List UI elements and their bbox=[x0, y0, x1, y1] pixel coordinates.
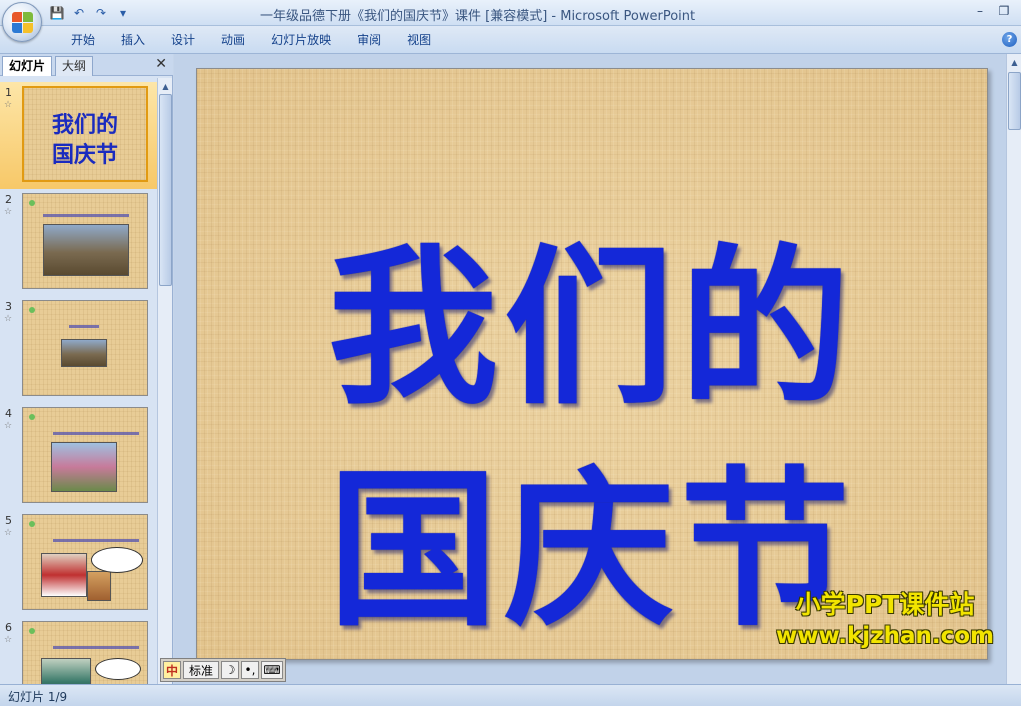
tab-home[interactable]: 开始 bbox=[58, 31, 108, 49]
thumbnail-list: 1 ☆ 我们的 国庆节 2 ☆ 3 ☆ 4 ☆ 5 ☆ 6 ☆ bbox=[0, 78, 157, 684]
office-logo-icon bbox=[12, 12, 34, 34]
watermark-site-name: 小学PPT课件站 bbox=[795, 590, 975, 619]
thumb-badge-icon bbox=[29, 200, 37, 207]
slide-title-line-1: 我们的 bbox=[327, 228, 856, 428]
close-icon[interactable]: ✕ bbox=[155, 56, 167, 72]
pane-tabs: 幻灯片 大纲 ✕ bbox=[0, 54, 173, 76]
slide-thumbnail-1[interactable]: 1 ☆ 我们的 国庆节 bbox=[0, 82, 157, 189]
slide-number: 2 bbox=[5, 193, 12, 206]
slide-number: 3 bbox=[5, 300, 12, 313]
scrollbar-thumb[interactable] bbox=[159, 94, 172, 286]
customize-qat-icon[interactable]: ▾ bbox=[114, 4, 132, 22]
slides-pane: 幻灯片 大纲 ✕ 1 ☆ 我们的 国庆节 2 ☆ 3 ☆ 4 ☆ 5 ☆ 6 ☆… bbox=[0, 54, 173, 684]
tab-view[interactable]: 视图 bbox=[394, 31, 444, 49]
tab-insert[interactable]: 插入 bbox=[108, 31, 158, 49]
slide-number: 1 bbox=[5, 86, 12, 99]
slide-preview: 我们的 国庆节 bbox=[22, 86, 148, 182]
slide-number: 4 bbox=[5, 407, 12, 420]
window-controls: – ❐ bbox=[969, 2, 1015, 20]
thumbnail-scrollbar[interactable]: ▲ bbox=[157, 78, 172, 684]
animation-star-icon: ☆ bbox=[4, 635, 13, 645]
slide-number: 6 bbox=[5, 621, 12, 634]
tab-animations[interactable]: 动画 bbox=[208, 31, 258, 49]
animation-star-icon: ☆ bbox=[4, 314, 13, 324]
ime-toolbar: 中 标准 ☽ •, ⌨ bbox=[160, 658, 286, 682]
thumb-speech-bubble bbox=[95, 658, 141, 680]
tab-slideshow[interactable]: 幻灯片放映 bbox=[258, 31, 344, 49]
slide-thumbnail-5[interactable]: 5 ☆ bbox=[0, 510, 157, 617]
thumb-photo bbox=[51, 442, 117, 492]
undo-icon[interactable]: ↶ bbox=[70, 4, 88, 22]
quick-access-toolbar: 💾 ↶ ↷ ▾ bbox=[48, 3, 132, 23]
watermark: 小学PPT课件站 www.kjzhan.com bbox=[760, 588, 1010, 650]
thumb-photo bbox=[43, 224, 129, 276]
window-title: 一年级品德下册《我们的国庆节》课件 [兼容模式] - Microsoft Pow… bbox=[260, 9, 696, 24]
halfwidth-moon-icon[interactable]: ☽ bbox=[221, 661, 239, 679]
office-button[interactable] bbox=[2, 2, 42, 42]
ribbon: 开始 插入 设计 动画 幻灯片放映 审阅 视图 ? bbox=[0, 26, 1021, 54]
status-bar: 幻灯片 1/9 bbox=[0, 684, 1021, 706]
thumb-text-line bbox=[53, 539, 139, 542]
thumb-photo bbox=[61, 339, 107, 367]
help-icon[interactable]: ? bbox=[1002, 32, 1017, 47]
title-bar: 💾 ↶ ↷ ▾ 一年级品德下册《我们的国庆节》课件 [兼容模式] - Micro… bbox=[0, 0, 1021, 26]
minimize-button[interactable]: – bbox=[969, 2, 991, 20]
thumb-badge-icon bbox=[29, 521, 37, 528]
tab-outline[interactable]: 大纲 bbox=[55, 56, 94, 76]
watermark-url: www.kjzhan.com bbox=[776, 623, 994, 649]
current-slide[interactable]: 我们的 国庆节 bbox=[196, 68, 988, 660]
save-icon[interactable]: 💾 bbox=[48, 4, 66, 22]
slide-thumbnail-2[interactable]: 2 ☆ bbox=[0, 189, 157, 296]
slide-preview bbox=[22, 300, 148, 396]
thumb-photo bbox=[87, 571, 111, 601]
tab-review[interactable]: 审阅 bbox=[344, 31, 394, 49]
thumb-text-line bbox=[53, 646, 139, 649]
ime-logo-icon[interactable]: 中 bbox=[163, 661, 181, 679]
slide-counter: 幻灯片 1/9 bbox=[8, 690, 68, 704]
scroll-up-icon[interactable]: ▲ bbox=[159, 80, 172, 93]
thumb-photo bbox=[41, 553, 87, 597]
ime-mode-button[interactable]: 标准 bbox=[183, 661, 219, 679]
animation-star-icon: ☆ bbox=[4, 421, 13, 431]
slide-number: 5 bbox=[5, 514, 12, 527]
thumb-text-line bbox=[53, 432, 139, 435]
tab-slides[interactable]: 幻灯片 bbox=[2, 56, 53, 76]
thumb-text-line bbox=[43, 214, 129, 217]
slide-preview bbox=[22, 514, 148, 610]
slide-preview bbox=[22, 621, 148, 684]
slide-scrollbar[interactable]: ▲ bbox=[1006, 54, 1021, 684]
thumb-badge-icon bbox=[29, 628, 37, 635]
slide-thumbnail-3[interactable]: 3 ☆ bbox=[0, 296, 157, 403]
thumb-photo bbox=[41, 658, 91, 684]
slide-thumbnail-6[interactable]: 6 ☆ bbox=[0, 617, 157, 684]
scroll-up-icon[interactable]: ▲ bbox=[1008, 56, 1021, 69]
thumb-title-text: 我们的 国庆节 bbox=[51, 112, 118, 168]
punctuation-icon[interactable]: •, bbox=[241, 661, 259, 679]
animation-star-icon: ☆ bbox=[4, 100, 13, 110]
ribbon-tabs: 开始 插入 设计 动画 幻灯片放映 审阅 视图 bbox=[58, 31, 444, 49]
slide-preview bbox=[22, 193, 148, 289]
thumb-text-line bbox=[69, 325, 99, 328]
thumb-badge-icon bbox=[29, 414, 37, 421]
restore-button[interactable]: ❐ bbox=[993, 2, 1015, 20]
thumb-speech-bubble bbox=[91, 547, 143, 573]
scrollbar-thumb[interactable] bbox=[1008, 72, 1021, 130]
redo-icon[interactable]: ↷ bbox=[92, 4, 110, 22]
slide-preview bbox=[22, 407, 148, 503]
tab-design[interactable]: 设计 bbox=[158, 31, 208, 49]
animation-star-icon: ☆ bbox=[4, 207, 13, 217]
soft-keyboard-icon[interactable]: ⌨ bbox=[261, 661, 283, 679]
slide-thumbnail-4[interactable]: 4 ☆ bbox=[0, 403, 157, 510]
thumb-badge-icon bbox=[29, 307, 37, 314]
animation-star-icon: ☆ bbox=[4, 528, 13, 538]
